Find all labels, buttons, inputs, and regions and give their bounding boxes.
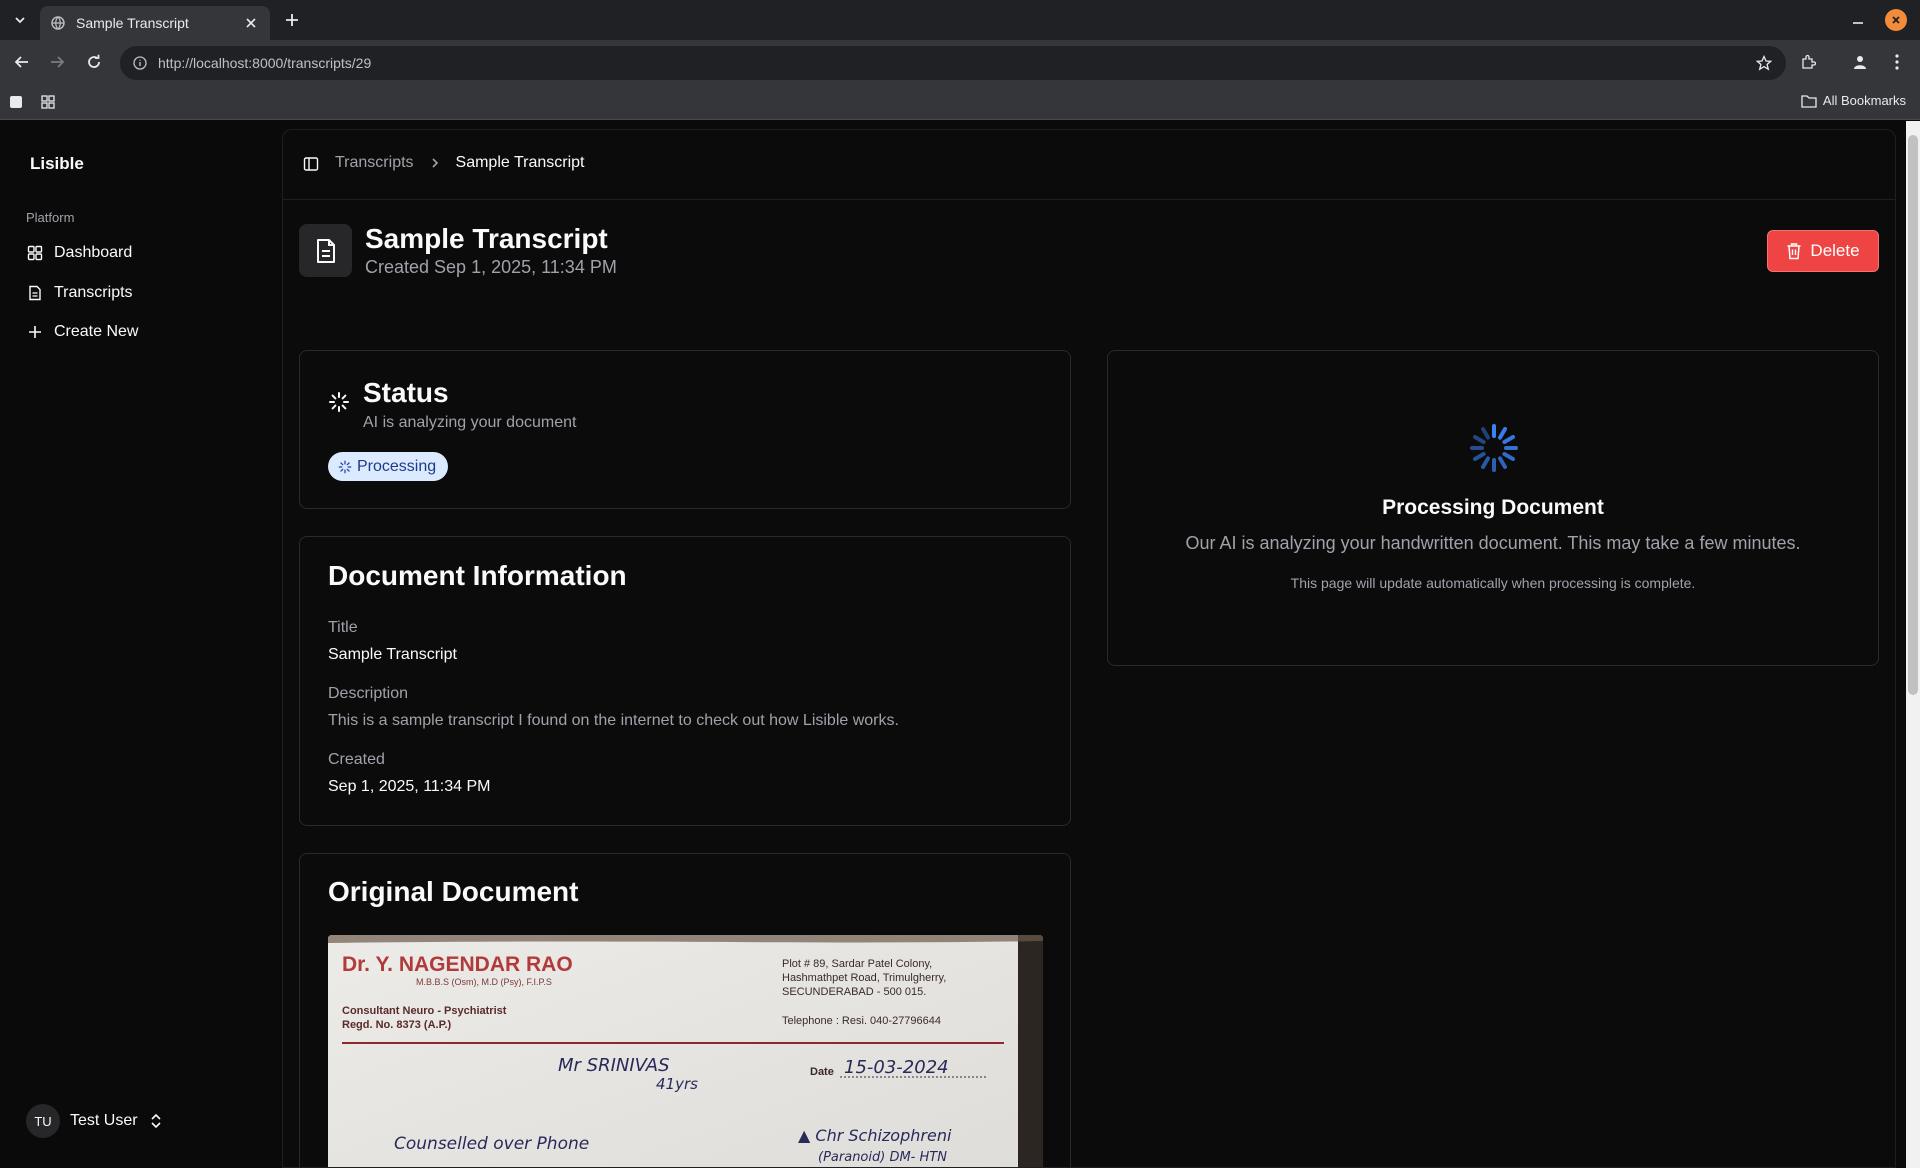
sidebar-item-label: Create New [54, 323, 139, 340]
status-title: Status [363, 377, 449, 408]
app-root: Lisible Platform Dashboard Transcripts C… [0, 121, 1906, 1168]
page-header: Transcripts Sample Transcript [283, 130, 1895, 200]
document-info-heading: Document Information [328, 560, 627, 591]
tab-close-icon[interactable] [242, 14, 260, 32]
svg-text:Hashmathpet Road, Trimulgherry: Hashmathpet Road, Trimulgherry, [782, 972, 946, 984]
status-card: Status AI is analyzing your document Pro… [299, 350, 1071, 509]
svg-text:M.B.B.S (Osm), M.D (Psy), F.I.: M.B.B.S (Osm), M.D (Psy), F.I.P.S [416, 977, 552, 987]
sidebar-item-dashboard[interactable]: Dashboard [26, 237, 266, 269]
document-info-card: Document Information Title Sample Transc… [299, 536, 1071, 826]
image-doctor-name: Dr. Y. NAGENDAR RAO [342, 953, 573, 976]
minimize-icon[interactable] [1846, 8, 1870, 32]
avatar: TU [26, 1104, 60, 1138]
back-arrow-icon[interactable] [10, 50, 34, 74]
original-document-image[interactable]: Dr. Y. NAGENDAR RAO M.B.B.S (Osm), M.D (… [328, 935, 1043, 1167]
title-label: Title [328, 619, 358, 636]
svg-text:Mr SRINIVAS: Mr SRINIVAS [558, 1055, 670, 1076]
processing-card: Processing Document Our AI is analyzing … [1107, 350, 1879, 666]
trash-icon [1787, 243, 1801, 260]
address-bar[interactable]: http://localhost:8000/transcripts/29 [120, 46, 1786, 80]
loader-icon [329, 392, 349, 412]
profile-icon[interactable] [1848, 50, 1872, 74]
sidebar-toggle-icon[interactable] [301, 154, 321, 174]
breadcrumb-transcripts-link[interactable]: Transcripts [335, 154, 414, 172]
browser-tab-bar: Sample Transcript [0, 0, 1920, 40]
svg-text:SECUNDERABAD - 500 015.: SECUNDERABAD - 500 015. [782, 986, 926, 998]
loader-icon [338, 460, 352, 473]
document-icon [299, 224, 352, 277]
status-subtitle: AI is analyzing your document [363, 414, 577, 431]
sidebar-item-transcripts[interactable]: Transcripts [26, 277, 266, 309]
processing-title: Processing Document [1382, 496, 1604, 519]
breadcrumb-current: Sample Transcript [455, 154, 585, 171]
spinner-icon [1470, 424, 1518, 472]
apps-grid-icon[interactable] [38, 92, 58, 112]
title-value: Sample Transcript [328, 646, 457, 663]
folder-icon [1801, 94, 1817, 108]
document-header: Sample Transcript Created Sep 1, 2025, 1… [299, 223, 617, 278]
svg-text:41yrs: 41yrs [656, 1075, 698, 1093]
breadcrumb: Transcripts Sample Transcript [335, 154, 584, 172]
svg-text:Date: Date [810, 1066, 834, 1078]
globe-icon [50, 15, 66, 31]
status-badge: Processing [328, 452, 449, 481]
created-label: Created [328, 751, 385, 768]
svg-text:Telephone : Resi. 040-27796644: Telephone : Resi. 040-27796644 [782, 1015, 941, 1027]
processing-description: Our AI is analyzing your handwritten doc… [1185, 533, 1801, 553]
dashboard-icon [26, 244, 44, 262]
user-name: Test User [70, 1112, 138, 1129]
description-value: This is a sample transcript I found on t… [328, 712, 899, 729]
chevron-right-icon [428, 156, 442, 170]
all-bookmarks-label: All Bookmarks [1822, 93, 1906, 108]
tab-title: Sample Transcript [76, 15, 189, 31]
url-text: http://localhost:8000/transcripts/29 [158, 55, 372, 71]
delete-button[interactable]: Delete [1767, 230, 1879, 272]
delete-label: Delete [1810, 241, 1860, 260]
svg-text:Counselled over Phone: Counselled over Phone [394, 1134, 589, 1154]
forward-arrow-icon[interactable] [45, 50, 69, 74]
reload-icon[interactable] [82, 50, 106, 74]
chevrons-up-down-icon [148, 1113, 164, 1129]
kebab-menu-icon[interactable] [1885, 50, 1909, 74]
extensions-icon[interactable] [1796, 50, 1820, 74]
tab-strip-icon[interactable] [6, 92, 26, 112]
svg-text:▲ Chr Schizophreni: ▲ Chr Schizophreni [798, 1126, 952, 1145]
processing-note: This page will update automatically when… [1290, 575, 1696, 591]
bookmark-star-icon[interactable] [1754, 53, 1774, 73]
svg-text:Plot # 89, Sardar Patel Colony: Plot # 89, Sardar Patel Colony, [782, 958, 932, 970]
svg-text:Regd. No. 8373 (A.P.): Regd. No. 8373 (A.P.) [342, 1019, 452, 1031]
description-label: Description [328, 685, 409, 702]
original-document-card: Original Document Dr. Y. NAGENDAR RAO M.… [299, 853, 1071, 1167]
sidebar-item-label: Transcripts [54, 284, 133, 301]
original-document-heading: Original Document [328, 876, 579, 907]
brand-name[interactable]: Lisible [30, 154, 84, 174]
main-content: Transcripts Sample Transcript Sample Tra… [282, 129, 1896, 1168]
svg-text:15-03-2024: 15-03-2024 [844, 1057, 949, 1078]
bookmarks-bar: All Bookmarks [0, 84, 1920, 120]
svg-text:Consultant Neuro - Psychiatris: Consultant Neuro - Psychiatrist [342, 1005, 507, 1017]
site-info-icon[interactable] [130, 53, 150, 73]
sidebar-item-label: Dashboard [54, 244, 133, 261]
plus-icon [26, 323, 44, 341]
window-close-icon[interactable] [1885, 9, 1907, 31]
tab-search-chevron-icon[interactable] [8, 8, 32, 32]
scrollbar-thumb[interactable] [1908, 135, 1918, 695]
sidebar: Lisible Platform Dashboard Transcripts C… [0, 121, 282, 1168]
all-bookmarks-button[interactable]: All Bookmarks [1801, 93, 1906, 108]
created-timestamp: Created Sep 1, 2025, 11:34 PM [365, 257, 617, 277]
file-text-icon [26, 284, 44, 302]
svg-text:(Paranoid) DM- HTN: (Paranoid) DM- HTN [818, 1150, 947, 1165]
sidebar-item-create-new[interactable]: Create New [26, 316, 266, 348]
user-menu[interactable]: TU Test User [26, 1104, 164, 1138]
page-scrollbar[interactable] [1906, 121, 1920, 1168]
sidebar-group-label: Platform [26, 210, 75, 225]
browser-tab[interactable]: Sample Transcript [40, 6, 270, 40]
page-title: Sample Transcript [365, 223, 608, 254]
created-value: Sep 1, 2025, 11:34 PM [328, 778, 491, 795]
new-tab-icon[interactable] [280, 8, 304, 32]
status-badge-label: Processing [357, 457, 437, 475]
